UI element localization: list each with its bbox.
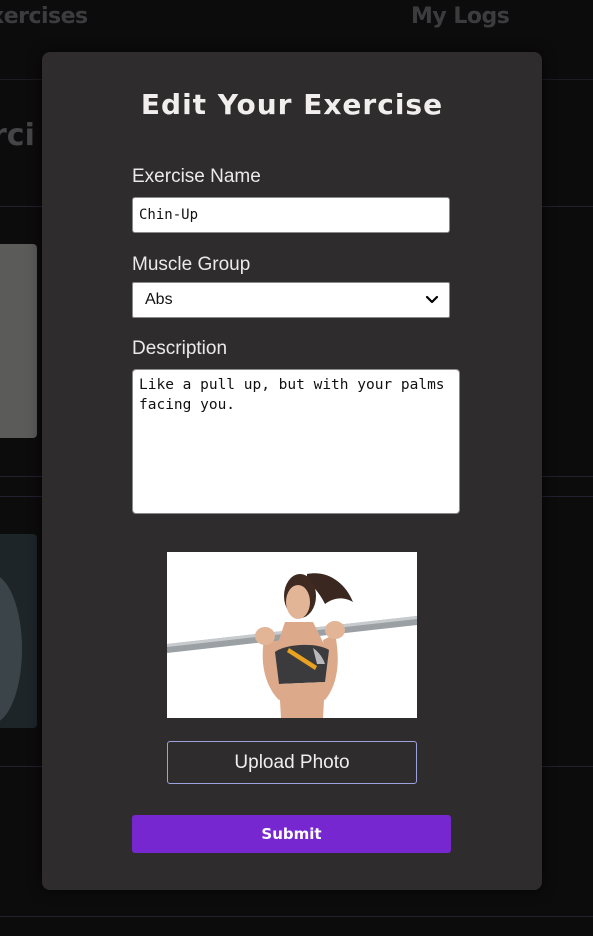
upload-photo-button[interactable]: Upload Photo [167,741,417,784]
muscle-group-select[interactable]: Abs [132,282,450,318]
chin-up-photo-icon [167,552,417,718]
chevron-down-icon [425,293,439,307]
description-label: Description [132,338,228,359]
description-textarea[interactable]: Like a pull up, but with your palms faci… [132,369,460,514]
modal-title: Edit Your Exercise [140,88,444,121]
exercise-name-label: Exercise Name [132,166,261,187]
exercise-photo [167,552,417,718]
muscle-group-selected: Abs [145,291,173,308]
submit-button[interactable]: Submit [132,815,451,853]
muscle-group-label: Muscle Group [132,254,251,275]
edit-exercise-modal: Edit Your Exercise Exercise Name Muscle … [42,52,542,890]
exercise-name-input[interactable] [132,197,450,233]
